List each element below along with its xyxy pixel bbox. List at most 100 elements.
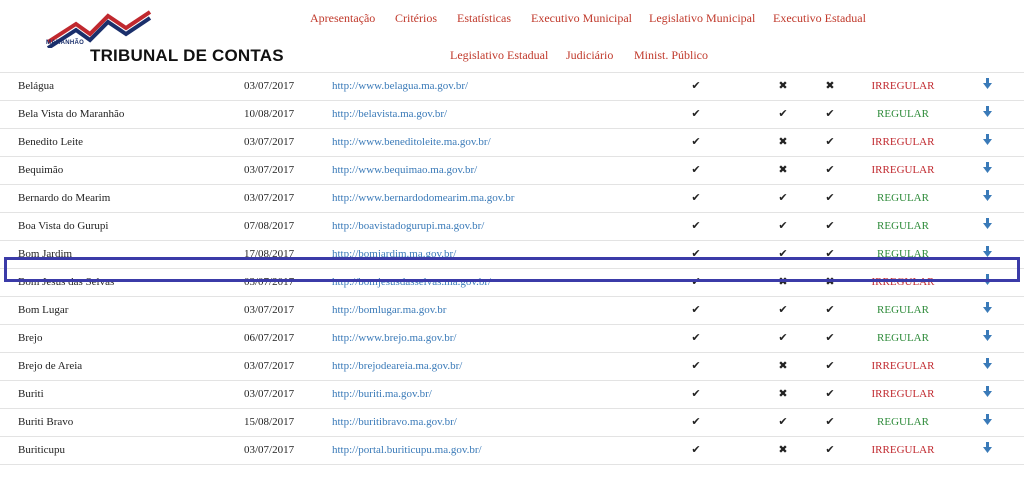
check-icon: ✔ — [691, 135, 701, 148]
cross-icon: ✖ — [778, 275, 788, 288]
check-icon: ✔ — [691, 275, 701, 288]
check-icon: ✔ — [778, 219, 788, 232]
nav-legislativo-municipal[interactable]: Legislativo Municipal — [649, 11, 755, 26]
cross-icon: ✖ — [778, 387, 788, 400]
portal-link[interactable]: http://www.brejo.ma.gov.br/ — [332, 324, 456, 352]
table-row: Bom Jardim 17/08/2017 http://bomjardim.ma.… — [0, 240, 1024, 269]
check-icon: ✔ — [778, 415, 788, 428]
download-icon[interactable] — [980, 72, 994, 100]
status-badge: REGULAR — [877, 192, 929, 204]
portal-link[interactable]: http://www.beneditoleite.ma.gov.br/ — [332, 128, 491, 156]
table-row: Buriti Bravo 15/08/2017 http://buritibravo… — [0, 408, 1024, 437]
portal-link[interactable]: http://boavistadogurupi.ma.gov.br/ — [332, 212, 484, 240]
nav-legislativo-estadual[interactable]: Legislativo Estadual — [450, 48, 548, 63]
nav-criterios[interactable]: Critérios — [395, 11, 437, 26]
tribunal-logo[interactable]: MARANHÃO TRIBUNAL DE CONTAS — [46, 8, 286, 66]
check-icon: ✔ — [691, 219, 701, 232]
download-icon[interactable] — [980, 296, 994, 324]
criterion-a: ✔ — [689, 100, 703, 128]
portal-link[interactable]: http://portal.buriticupu.ma.gov.br/ — [332, 436, 482, 464]
municipality-name: Buriti — [18, 388, 44, 400]
check-icon: ✔ — [825, 219, 835, 232]
nav-apresentacao[interactable]: Apresentação — [310, 11, 375, 26]
nav-executivo-municipal[interactable]: Executivo Municipal — [531, 11, 632, 26]
criterion-c: ✔ — [823, 184, 837, 212]
criterion-c: ✔ — [823, 128, 837, 156]
status-badge: IRREGULAR — [871, 388, 935, 400]
status-badge: REGULAR — [877, 248, 929, 260]
download-icon[interactable] — [980, 128, 994, 156]
download-icon[interactable] — [980, 212, 994, 240]
criterion-b: ✖ — [776, 436, 790, 464]
status-badge: IRREGULAR — [871, 360, 935, 372]
criterion-b: ✖ — [776, 380, 790, 408]
nav-judiciario[interactable]: Judiciário — [566, 48, 613, 63]
check-icon: ✔ — [825, 359, 835, 372]
download-icon[interactable] — [980, 268, 994, 296]
update-date: 03/07/2017 — [244, 136, 295, 148]
check-icon: ✔ — [691, 331, 701, 344]
nav-estatisticas[interactable]: Estatísticas — [457, 11, 511, 26]
download-icon[interactable] — [980, 184, 994, 212]
portal-link[interactable]: http://bomjardim.ma.gov.br/ — [332, 240, 456, 268]
check-icon: ✔ — [691, 191, 701, 204]
criterion-c: ✔ — [823, 100, 837, 128]
cross-icon: ✖ — [778, 359, 788, 372]
download-icon[interactable] — [980, 240, 994, 268]
status-badge: IRREGULAR — [871, 276, 935, 288]
nav-executivo-estadual[interactable]: Executivo Estadual — [773, 11, 866, 26]
criterion-c: ✖ — [823, 268, 837, 296]
check-icon: ✔ — [825, 387, 835, 400]
portal-link[interactable]: http://www.bernardodomearim.ma.gov.br — [332, 184, 514, 212]
download-icon[interactable] — [980, 352, 994, 380]
criterion-a: ✔ — [689, 240, 703, 268]
criterion-b: ✖ — [776, 128, 790, 156]
criterion-c: ✔ — [823, 380, 837, 408]
criterion-b: ✔ — [776, 100, 790, 128]
portal-link[interactable]: http://bomlugar.ma.gov.br — [332, 296, 446, 324]
portal-link[interactable]: http://buritibravo.ma.gov.br/ — [332, 408, 457, 436]
portal-link[interactable]: http://www.belagua.ma.gov.br/ — [332, 72, 468, 100]
criterion-b: ✔ — [776, 296, 790, 324]
criterion-a: ✔ — [689, 156, 703, 184]
municipality-name: Bom Jesus das Selvas — [18, 276, 115, 288]
portal-link[interactable]: http://bomjesusdasselvas.ma.gov.br/ — [332, 268, 491, 296]
table-row: Bom Lugar 03/07/2017 http://bomlugar.ma.go… — [0, 296, 1024, 325]
cross-icon: ✖ — [778, 79, 788, 92]
check-icon: ✔ — [825, 135, 835, 148]
criterion-b: ✖ — [776, 156, 790, 184]
check-icon: ✔ — [778, 303, 788, 316]
check-icon: ✔ — [825, 303, 835, 316]
download-icon[interactable] — [980, 156, 994, 184]
site-header: MARANHÃO TRIBUNAL DE CONTAS Apresentação… — [0, 0, 1024, 70]
update-date: 07/08/2017 — [244, 220, 295, 232]
check-icon: ✔ — [691, 387, 701, 400]
download-icon[interactable] — [980, 100, 994, 128]
portal-link[interactable]: http://brejodeareia.ma.gov.br/ — [332, 352, 462, 380]
portal-link[interactable]: http://www.bequimao.ma.gov.br/ — [332, 156, 477, 184]
table-row: Brejo de Areia 03/07/2017 http://brejodear… — [0, 352, 1024, 381]
download-icon[interactable] — [980, 324, 994, 352]
logo-title: TRIBUNAL DE CONTAS — [90, 46, 284, 65]
municipality-name: Bela Vista do Maranhão — [18, 108, 125, 120]
criterion-b: ✖ — [776, 72, 790, 100]
status-badge: REGULAR — [877, 108, 929, 120]
table-row: Bernardo do Mearim 03/07/2017 http://www.b… — [0, 184, 1024, 213]
municipality-name: Bernardo do Mearim — [18, 192, 111, 204]
update-date: 10/08/2017 — [244, 108, 295, 120]
municipality-name: Belágua — [18, 80, 55, 92]
download-icon[interactable] — [980, 380, 994, 408]
nav-ministerio-publico[interactable]: Minist. Público — [634, 48, 708, 63]
municipality-name: Bom Jardim — [18, 248, 73, 260]
portal-link[interactable]: http://buriti.ma.gov.br/ — [332, 380, 432, 408]
status-badge: IRREGULAR — [871, 80, 935, 92]
download-icon[interactable] — [980, 408, 994, 436]
criterion-a: ✔ — [689, 296, 703, 324]
portal-link[interactable]: http://belavista.ma.gov.br/ — [332, 100, 447, 128]
criterion-c: ✔ — [823, 156, 837, 184]
table-row: Bela Vista do Maranhão 10/08/2017 http://b… — [0, 100, 1024, 129]
download-icon[interactable] — [980, 436, 994, 464]
table-row: Belágua 03/07/2017 http://www.belagua.ma.g… — [0, 72, 1024, 101]
criterion-a: ✔ — [689, 352, 703, 380]
criterion-c: ✔ — [823, 436, 837, 464]
